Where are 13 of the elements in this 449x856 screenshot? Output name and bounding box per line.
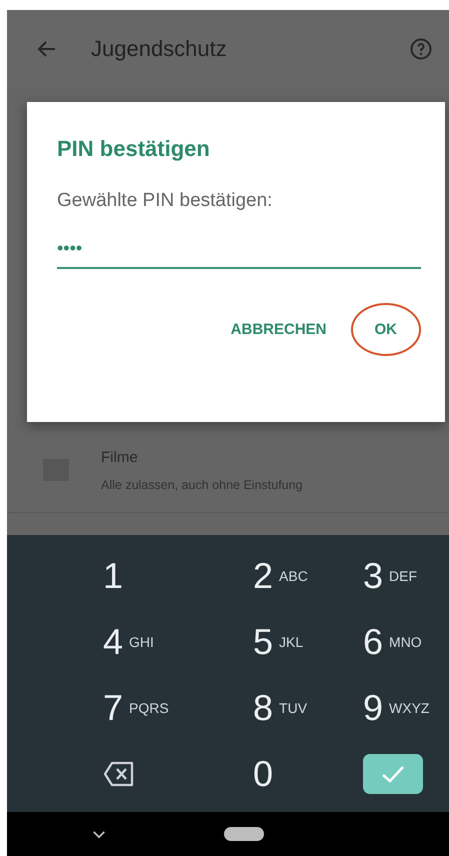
help-icon[interactable]: [409, 37, 433, 61]
home-pill[interactable]: [224, 827, 264, 841]
list-item-title: Filme: [101, 448, 139, 466]
screen-title: Jugendschutz: [91, 36, 228, 62]
keypad-key[interactable]: 1: [69, 543, 124, 609]
confirm-check-button[interactable]: [363, 754, 423, 794]
dialog-button[interactable]: ABBRECHEN: [220, 305, 336, 354]
backspace-icon[interactable]: [103, 761, 135, 787]
dialog-title: PIN bestätigen: [57, 136, 211, 162]
dialog-message: Gewählte PIN bestätigen:: [57, 190, 274, 212]
dialog-button[interactable]: OK: [350, 303, 421, 356]
keypad-key[interactable]: 0: [219, 741, 274, 807]
chevron-down-icon[interactable]: [92, 830, 106, 838]
